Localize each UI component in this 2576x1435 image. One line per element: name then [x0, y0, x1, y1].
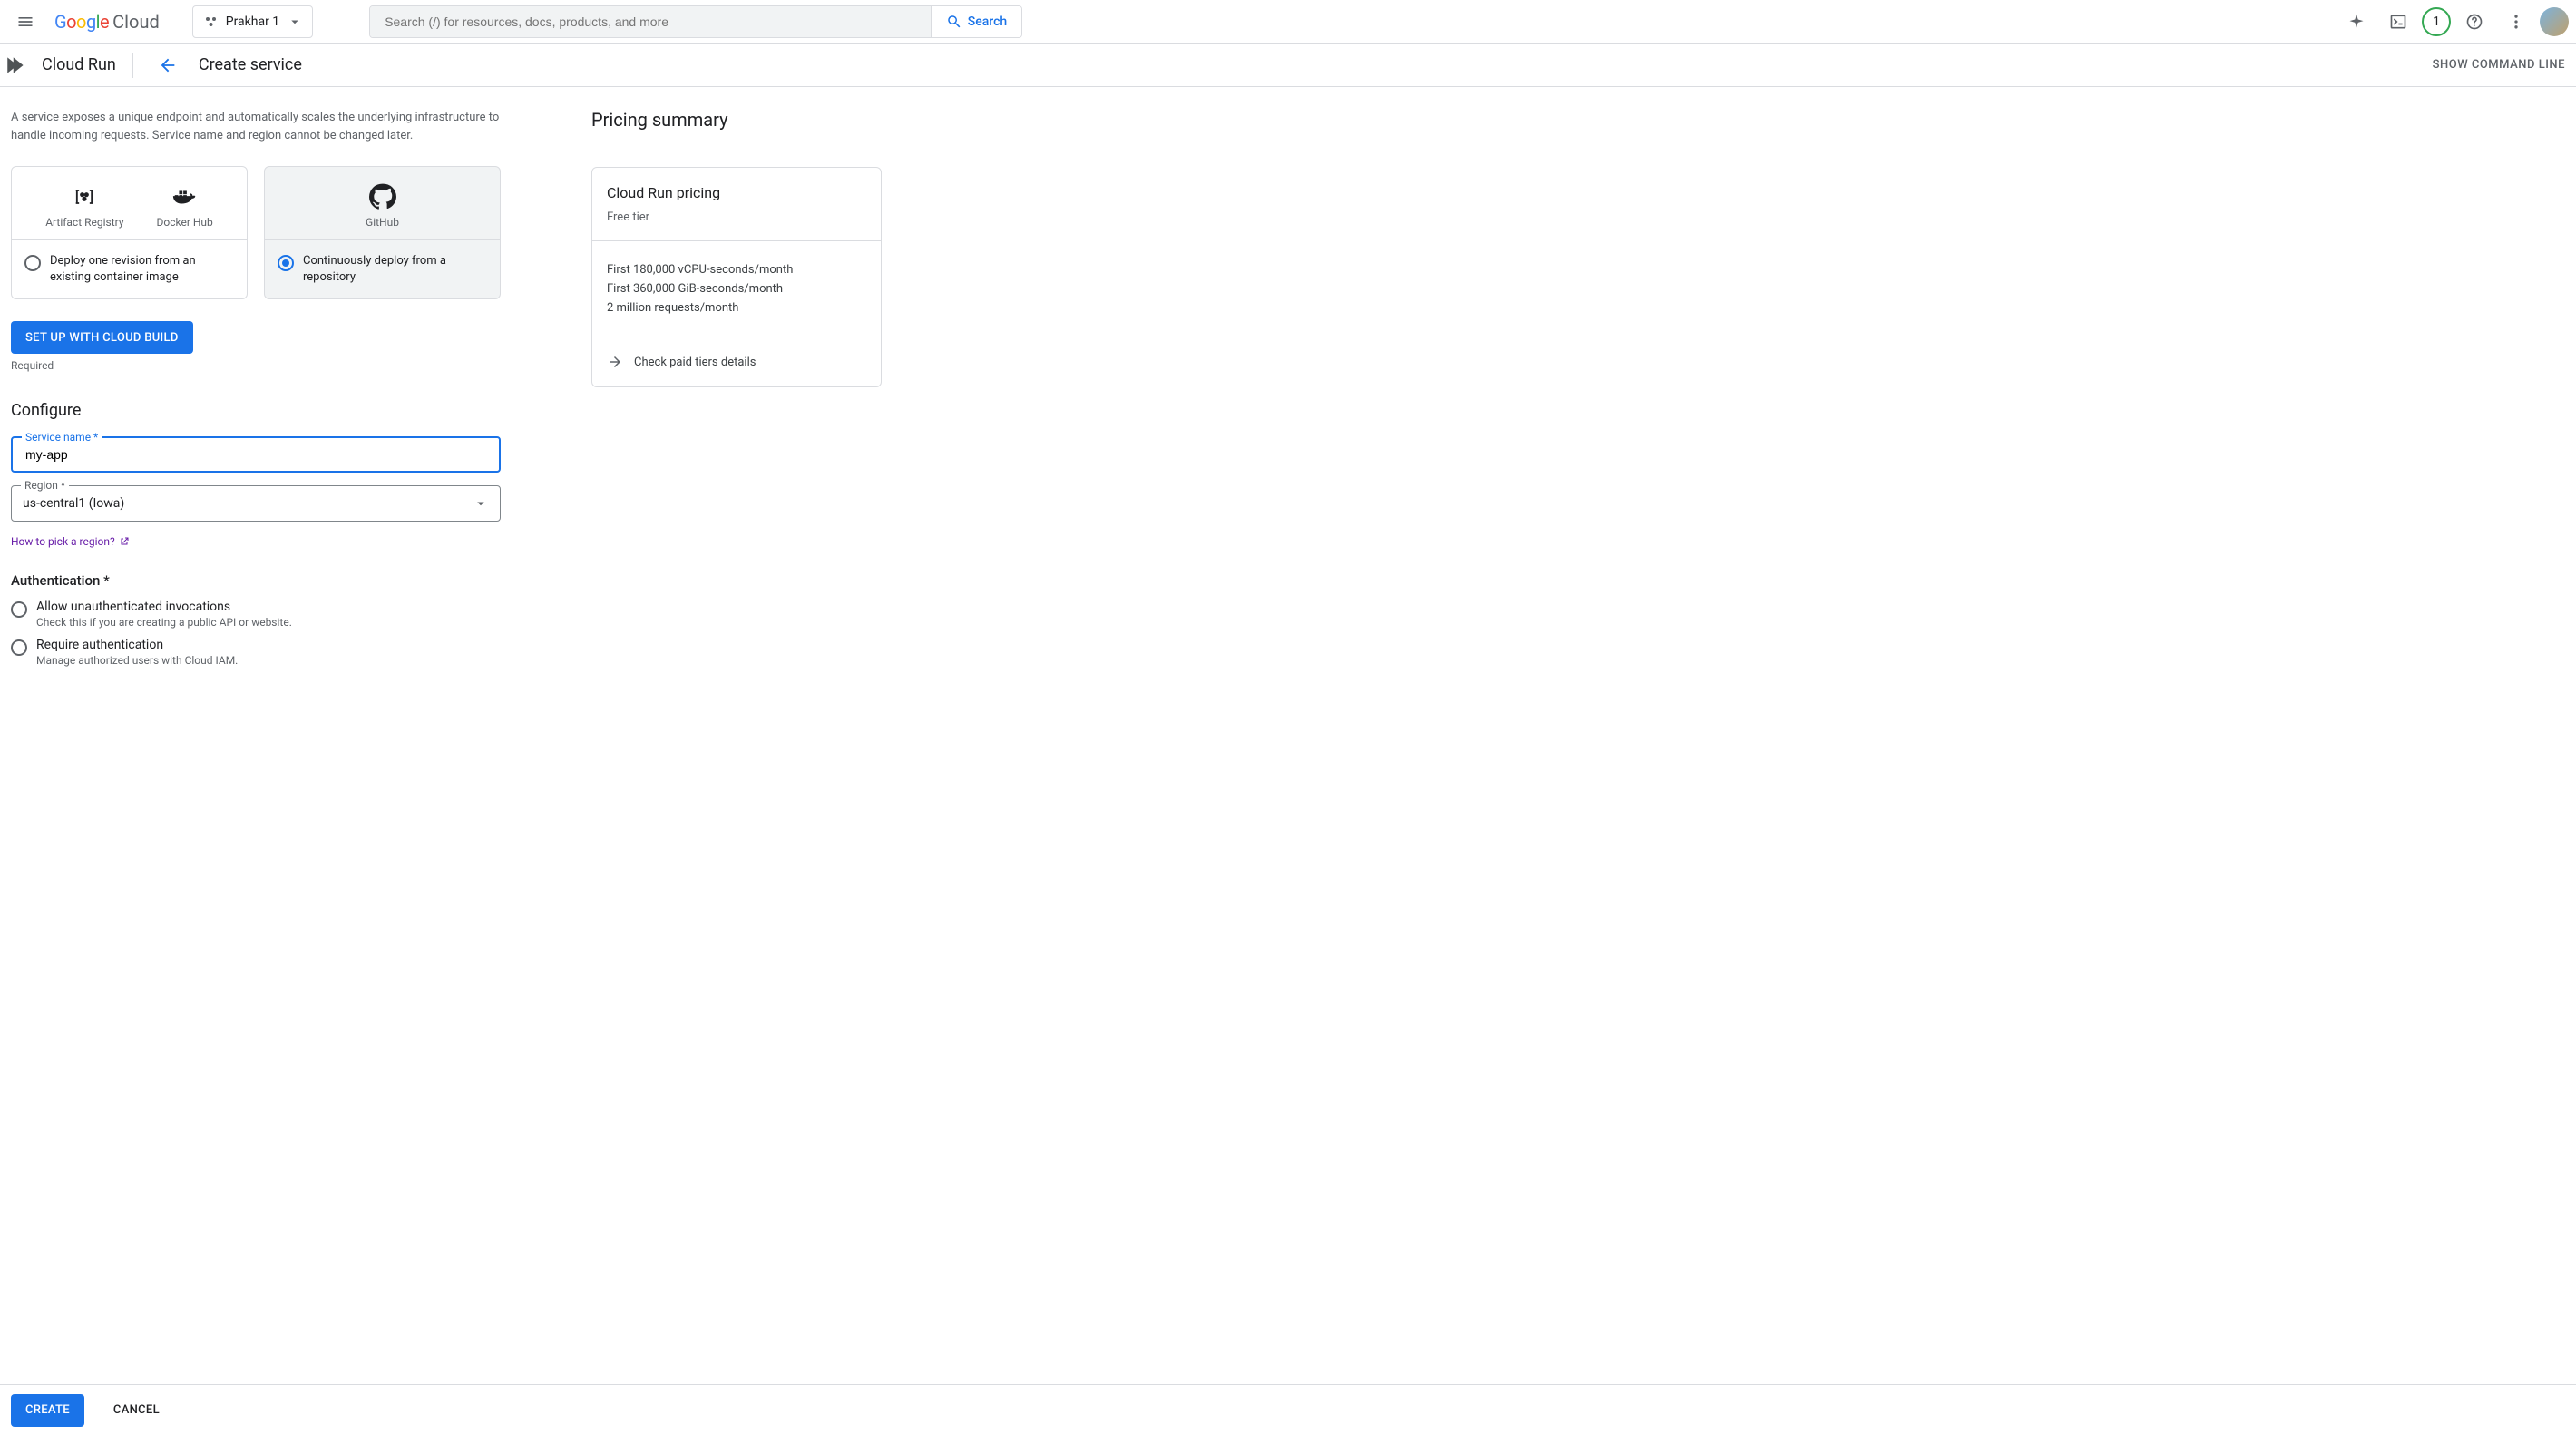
deploy-option-cards: Artifact Registry Docker Hub Deploy one … — [11, 166, 501, 299]
auth-require[interactable]: Require authentication Manage authorized… — [11, 638, 501, 667]
deploy-option-existing-image[interactable]: Artifact Registry Docker Hub Deploy one … — [11, 166, 248, 299]
help-button[interactable] — [2456, 4, 2493, 40]
account-avatar[interactable] — [2540, 7, 2569, 36]
external-link-icon — [119, 536, 130, 547]
auth-allow-unauth[interactable]: Allow unauthenticated invocations Check … — [11, 600, 501, 629]
more-button[interactable] — [2498, 4, 2534, 40]
gcp-logo[interactable]: Google Cloud — [54, 11, 160, 33]
create-button[interactable]: Create — [11, 1394, 84, 1427]
page-title: Create service — [199, 55, 302, 74]
form-description: A service exposes a unique endpoint and … — [11, 109, 501, 144]
topbar-right: 1 — [2338, 4, 2569, 40]
radio-continuous-deploy[interactable] — [278, 255, 294, 271]
free-tier-item: First 180,000 vCPU-seconds/month — [607, 263, 866, 277]
pricing-panel: Cloud Run pricing Free tier First 180,00… — [591, 167, 882, 387]
deploy-option-continuous[interactable]: GitHub Continuously deploy from a reposi… — [264, 166, 501, 299]
service-name-field[interactable]: Service name * — [11, 436, 501, 473]
region-field[interactable]: Region * us-central1 (Iowa) — [11, 485, 501, 522]
search-input[interactable] — [370, 6, 931, 37]
provider-artifact-registry: Artifact Registry — [45, 183, 123, 229]
setup-cloud-build-button[interactable]: Set up with Cloud Build — [11, 321, 193, 354]
region-value: us-central1 (Iowa) — [23, 496, 473, 511]
back-button[interactable] — [150, 47, 186, 83]
project-icon — [204, 15, 219, 29]
footer-bar: Create Cancel — [0, 1384, 2576, 1435]
pricing-title: Cloud Run pricing — [607, 184, 866, 201]
radio-existing-image[interactable] — [24, 255, 41, 271]
pricing-tier: Free tier — [607, 210, 866, 224]
terminal-icon — [2389, 13, 2407, 31]
project-name: Prakhar 1 — [226, 15, 279, 29]
arrow-right-icon — [607, 354, 623, 370]
search-icon — [946, 14, 962, 30]
project-picker[interactable]: Prakhar 1 — [192, 5, 313, 38]
free-tier-item: First 360,000 GiB-seconds/month — [607, 282, 866, 296]
required-helper: Required — [11, 359, 501, 372]
radio-require-auth[interactable] — [11, 639, 27, 656]
region-help-link[interactable]: How to pick a region? — [11, 535, 130, 548]
show-command-line-button[interactable]: SHOW COMMAND LINE — [2433, 58, 2565, 72]
gemini-button[interactable] — [2338, 4, 2375, 40]
nav-menu-button[interactable] — [7, 4, 44, 40]
search-button[interactable]: Search — [931, 6, 1021, 37]
configure-heading: Configure — [11, 401, 501, 420]
form-column: A service exposes a unique endpoint and … — [11, 109, 501, 676]
radio-continuous-deploy-label: Continuously deploy from a repository — [303, 253, 487, 286]
divider — [132, 53, 133, 78]
github-icon — [369, 183, 396, 210]
hamburger-icon — [16, 13, 34, 31]
caret-down-icon — [473, 495, 489, 512]
artifact-registry-icon — [71, 183, 98, 210]
service-name-label: Service name * — [22, 431, 102, 444]
pricing-heading: Pricing summary — [591, 109, 882, 131]
sparkle-icon — [2347, 13, 2366, 31]
content: A service exposes a unique endpoint and … — [0, 87, 2576, 748]
help-icon — [2465, 13, 2483, 31]
top-bar: Google Cloud Prakhar 1 Search 1 — [0, 0, 2576, 44]
region-label: Region * — [21, 479, 69, 492]
notifications-button[interactable]: 1 — [2422, 7, 2451, 36]
provider-docker-hub: Docker Hub — [157, 183, 213, 229]
arrow-left-icon — [158, 55, 178, 75]
paid-tiers-link[interactable]: Check paid tiers details — [607, 354, 866, 370]
kebab-icon — [2507, 13, 2525, 31]
cloud-run-icon — [4, 53, 29, 78]
caret-down-icon — [287, 14, 303, 30]
cloud-shell-button[interactable] — [2380, 4, 2416, 40]
radio-allow-unauth[interactable] — [11, 601, 27, 618]
free-tier-item: 2 million requests/month — [607, 301, 866, 315]
sub-header: Cloud Run Create service SHOW COMMAND LI… — [0, 44, 2576, 87]
docker-icon — [171, 183, 199, 210]
pricing-column: Pricing summary Cloud Run pricing Free t… — [591, 109, 882, 676]
auth-heading: Authentication * — [11, 572, 501, 589]
free-tier-list: First 180,000 vCPU-seconds/month First 3… — [607, 263, 866, 315]
service-name[interactable]: Cloud Run — [42, 55, 116, 74]
service-name-input[interactable] — [24, 446, 488, 463]
provider-github: GitHub — [366, 183, 399, 229]
radio-existing-image-label: Deploy one revision from an existing con… — [50, 253, 234, 286]
cancel-button[interactable]: Cancel — [99, 1394, 174, 1427]
search-bar: Search — [369, 5, 1022, 38]
